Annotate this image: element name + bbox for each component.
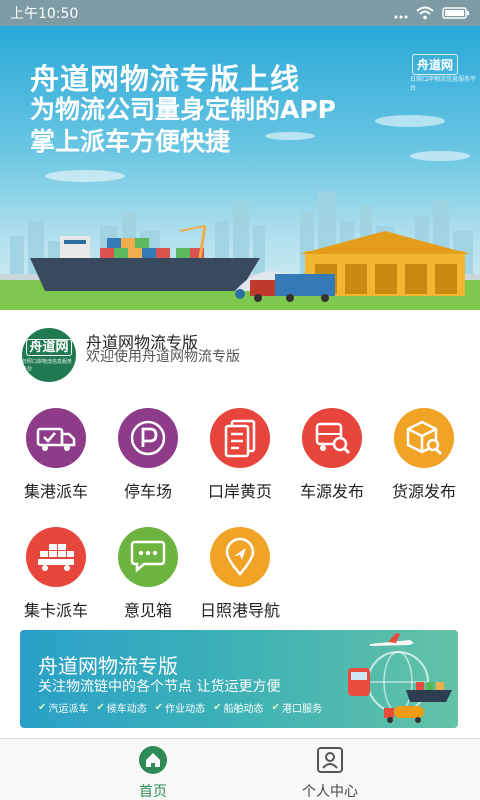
check-icon: ✔ <box>38 702 47 713</box>
box-search-icon <box>394 408 454 468</box>
status-time: 上午10:50 <box>10 6 79 22</box>
logistics-globe-illustration <box>348 633 452 723</box>
feature-label: 口岸黄页 <box>207 482 272 501</box>
truck-search-icon <box>302 408 362 468</box>
feature-feedback[interactable]: 意见箱 <box>110 527 196 620</box>
app-logo: 舟道网 日照口岸物流信息服务平台 <box>22 328 76 382</box>
nav-home-label: 首页 <box>139 784 167 800</box>
promo-tags: ✔ 汽运派车 ✔ 候车动态 ✔ 作业动态 ✔ 船舶动态 ✔ 港口服务 <box>38 700 322 715</box>
feature-label: 集卡派车 <box>23 601 88 620</box>
signal-icon <box>394 15 408 19</box>
bottom-nav: 首页 个人中心 <box>0 738 480 800</box>
document-icon <box>210 408 270 468</box>
feature-vehicle-post[interactable]: 车源发布 <box>294 408 380 501</box>
promo-tag-label: 作业动态 <box>165 704 206 715</box>
hero-tagline: 掌上派车方便快捷 <box>30 127 231 156</box>
feature-label: 意见箱 <box>123 601 172 620</box>
wifi-icon <box>416 6 434 20</box>
feature-label: 停车场 <box>123 482 172 501</box>
app-info: 舟道网 日照口岸物流信息服务平台 舟道网物流专版 欢迎使用舟道网物流专版 <box>0 310 480 386</box>
location-icon <box>210 527 270 587</box>
nav-profile[interactable]: 个人中心 <box>270 739 390 800</box>
status-icons <box>394 6 470 20</box>
promo-title: 舟道网物流专版 <box>38 654 178 678</box>
hero-banner[interactable]: 舟道网物流专版上线 为物流公司量身定制的APP 掌上派车方便快捷 舟道网 日照口… <box>0 26 480 310</box>
hero-subtitle: 为物流公司量身定制的APP <box>30 95 336 124</box>
hero-logo-caption: 日照口岸物流信息服务平台 <box>410 76 477 92</box>
app-logo-text: 舟道网 <box>26 338 72 356</box>
feature-parking[interactable]: 停车场 <box>110 408 196 501</box>
feature-label: 日照港导航 <box>199 601 280 620</box>
feature-port-navigation[interactable]: 日照港导航 <box>200 527 288 620</box>
chat-icon <box>118 527 178 587</box>
nav-home[interactable]: 首页 <box>93 739 213 800</box>
promo-banner[interactable]: 舟道网物流专版 关注物流链中的各个节点 让货运更方便 ✔ 汽运派车 ✔ 候车动态 ✔… <box>20 630 458 728</box>
feature-container-dispatch[interactable]: 集卡派车 <box>18 527 104 620</box>
feature-label: 货源发布 <box>391 482 456 501</box>
home-icon <box>139 746 167 774</box>
container-truck-icon <box>26 527 86 587</box>
feature-label: 集港派车 <box>23 482 88 501</box>
promo-tag-label: 候车动态 <box>106 704 147 715</box>
status-bar: 上午10:50 <box>0 0 480 26</box>
truck-check-icon <box>26 408 86 468</box>
feature-label: 车源发布 <box>299 482 364 501</box>
promo-tag: ✔ 汽运派车 <box>38 700 88 715</box>
promo-tag: ✔ 船舶动态 <box>213 700 263 715</box>
home-screen: 上午10:50 舟道网物流专版上线 为物流公司量身定制的APP 掌上派车方便快捷… <box>0 0 480 800</box>
promo-subtitle: 关注物流链中的各个节点 让货运更方便 <box>38 679 281 695</box>
feature-yellow-pages[interactable]: 口岸黄页 <box>202 408 288 501</box>
feature-port-dispatch[interactable]: 集港派车 <box>18 408 104 501</box>
promo-tag: ✔ 作业动态 <box>155 700 205 715</box>
check-icon: ✔ <box>154 702 164 713</box>
profile-icon <box>317 747 343 773</box>
check-icon: ✔ <box>271 702 280 713</box>
check-icon: ✔ <box>213 702 222 713</box>
feature-cargo-post[interactable]: 货源发布 <box>386 408 472 501</box>
promo-tag: ✔ 候车动态 <box>96 700 146 715</box>
promo-tag-label: 港口服务 <box>281 704 322 715</box>
promo-tag-label: 汽运派车 <box>48 704 89 715</box>
welcome-text: 欢迎使用舟道网物流专版 <box>86 349 240 365</box>
parking-icon <box>118 408 178 468</box>
app-logo-caption: 日照口岸物流信息服务平台 <box>22 358 73 372</box>
nav-profile-label: 个人中心 <box>302 784 358 800</box>
check-icon: ✔ <box>96 702 105 713</box>
battery-icon <box>442 7 469 19</box>
hero-logo: 舟道网 <box>412 54 459 75</box>
promo-tag: ✔ 港口服务 <box>272 700 322 715</box>
promo-tag-label: 船舶动态 <box>223 704 264 715</box>
